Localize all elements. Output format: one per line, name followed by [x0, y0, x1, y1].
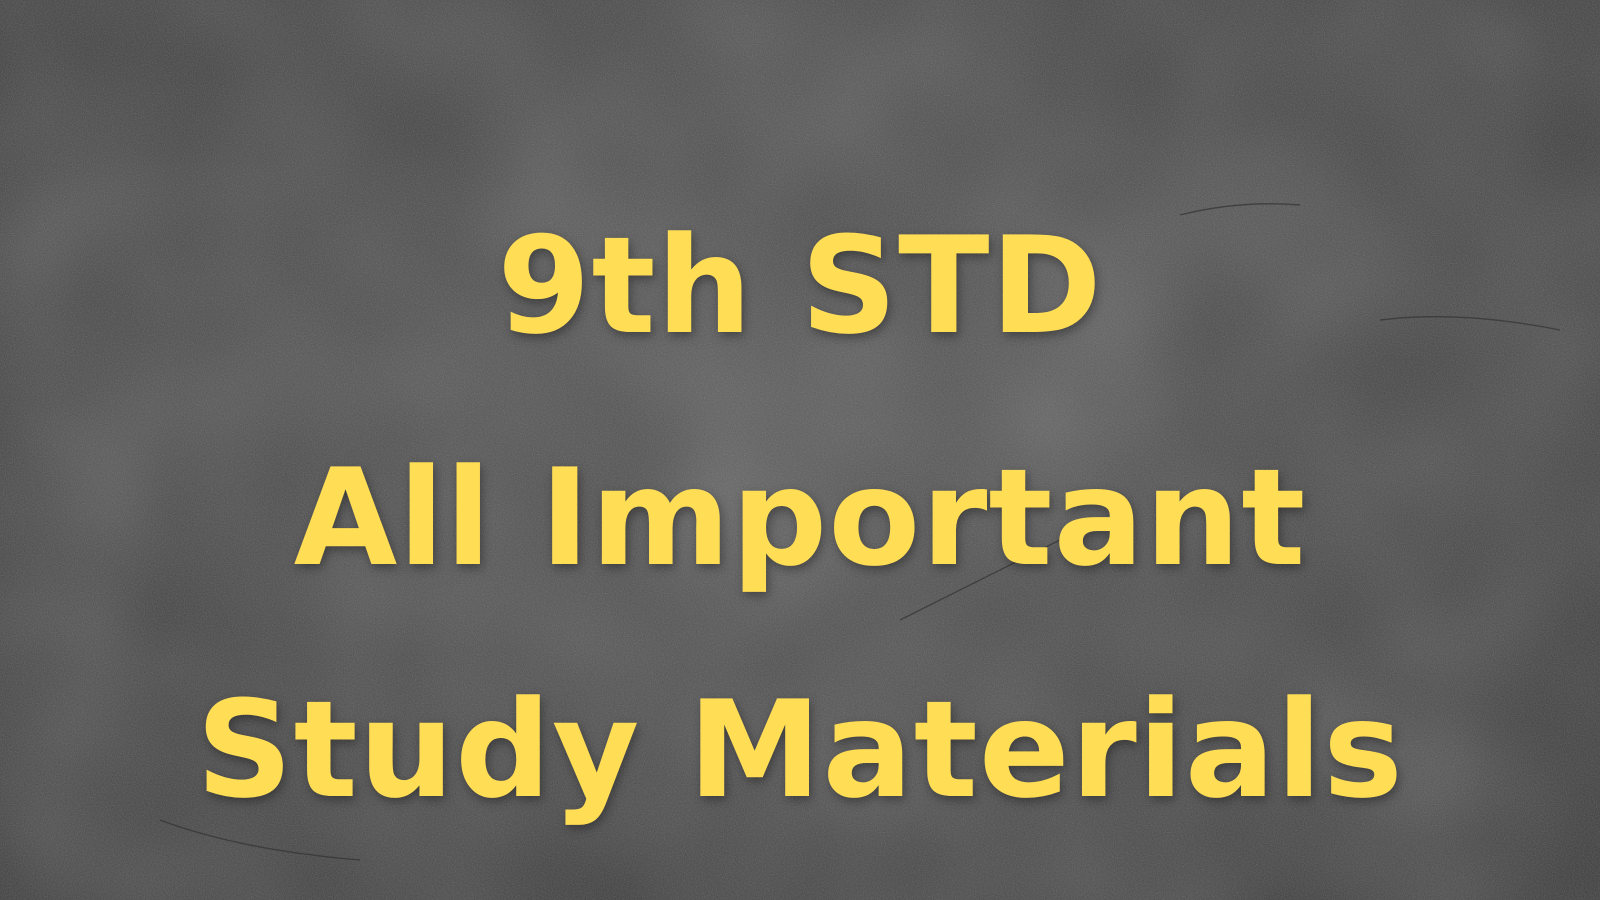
headline-line-materials: Study Materials	[196, 672, 1404, 828]
headline-line-grade: 9th STD	[497, 208, 1103, 364]
banner: 9th STD All Important Study Materials	[0, 0, 1600, 900]
headline: 9th STD All Important Study Materials	[0, 170, 1600, 866]
headline-line-important: All Important	[293, 440, 1307, 596]
